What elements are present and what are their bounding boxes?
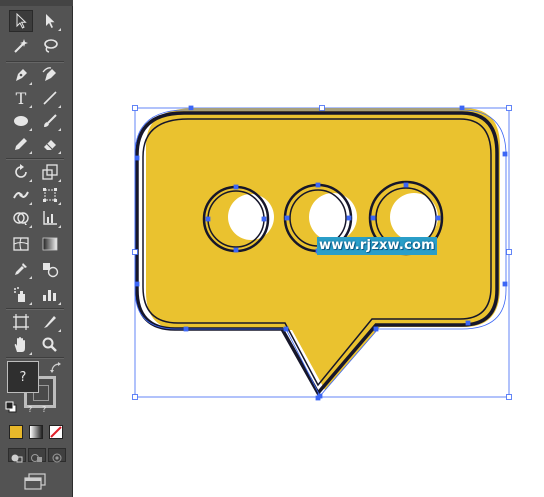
anchor-point[interactable]	[284, 215, 290, 221]
anchor-point[interactable]	[315, 395, 321, 401]
anchor-point[interactable]	[403, 182, 409, 188]
anchor-point[interactable]	[233, 247, 239, 253]
speech-bubble-artwork[interactable]	[0, 0, 544, 497]
anchor-point[interactable]	[315, 182, 321, 188]
anchor-point[interactable]	[465, 320, 471, 326]
bounding-box-handle[interactable]	[132, 249, 138, 255]
bounding-box-handle[interactable]	[319, 105, 325, 111]
anchor-point[interactable]	[502, 281, 508, 287]
anchor-point[interactable]	[459, 105, 465, 111]
bounding-box-handle[interactable]	[506, 249, 512, 255]
bounding-box-handle[interactable]	[132, 394, 138, 400]
anchor-point[interactable]	[188, 105, 194, 111]
anchor-point[interactable]	[502, 151, 508, 157]
anchor-point[interactable]	[233, 184, 239, 190]
anchor-point[interactable]	[370, 215, 376, 221]
anchor-point[interactable]	[261, 216, 267, 222]
anchor-point[interactable]	[134, 281, 140, 287]
bounding-box-handle[interactable]	[132, 105, 138, 111]
anchor-point[interactable]	[205, 216, 211, 222]
anchor-point[interactable]	[283, 326, 289, 332]
bounding-box-handle[interactable]	[506, 105, 512, 111]
bounding-box-handle[interactable]	[506, 394, 512, 400]
watermark-text: www.rjzxw.com	[317, 237, 437, 255]
anchor-point[interactable]	[373, 326, 379, 332]
anchor-point[interactable]	[183, 326, 189, 332]
anchor-point[interactable]	[346, 215, 352, 221]
anchor-point[interactable]	[134, 155, 140, 161]
anchor-point[interactable]	[435, 215, 441, 221]
